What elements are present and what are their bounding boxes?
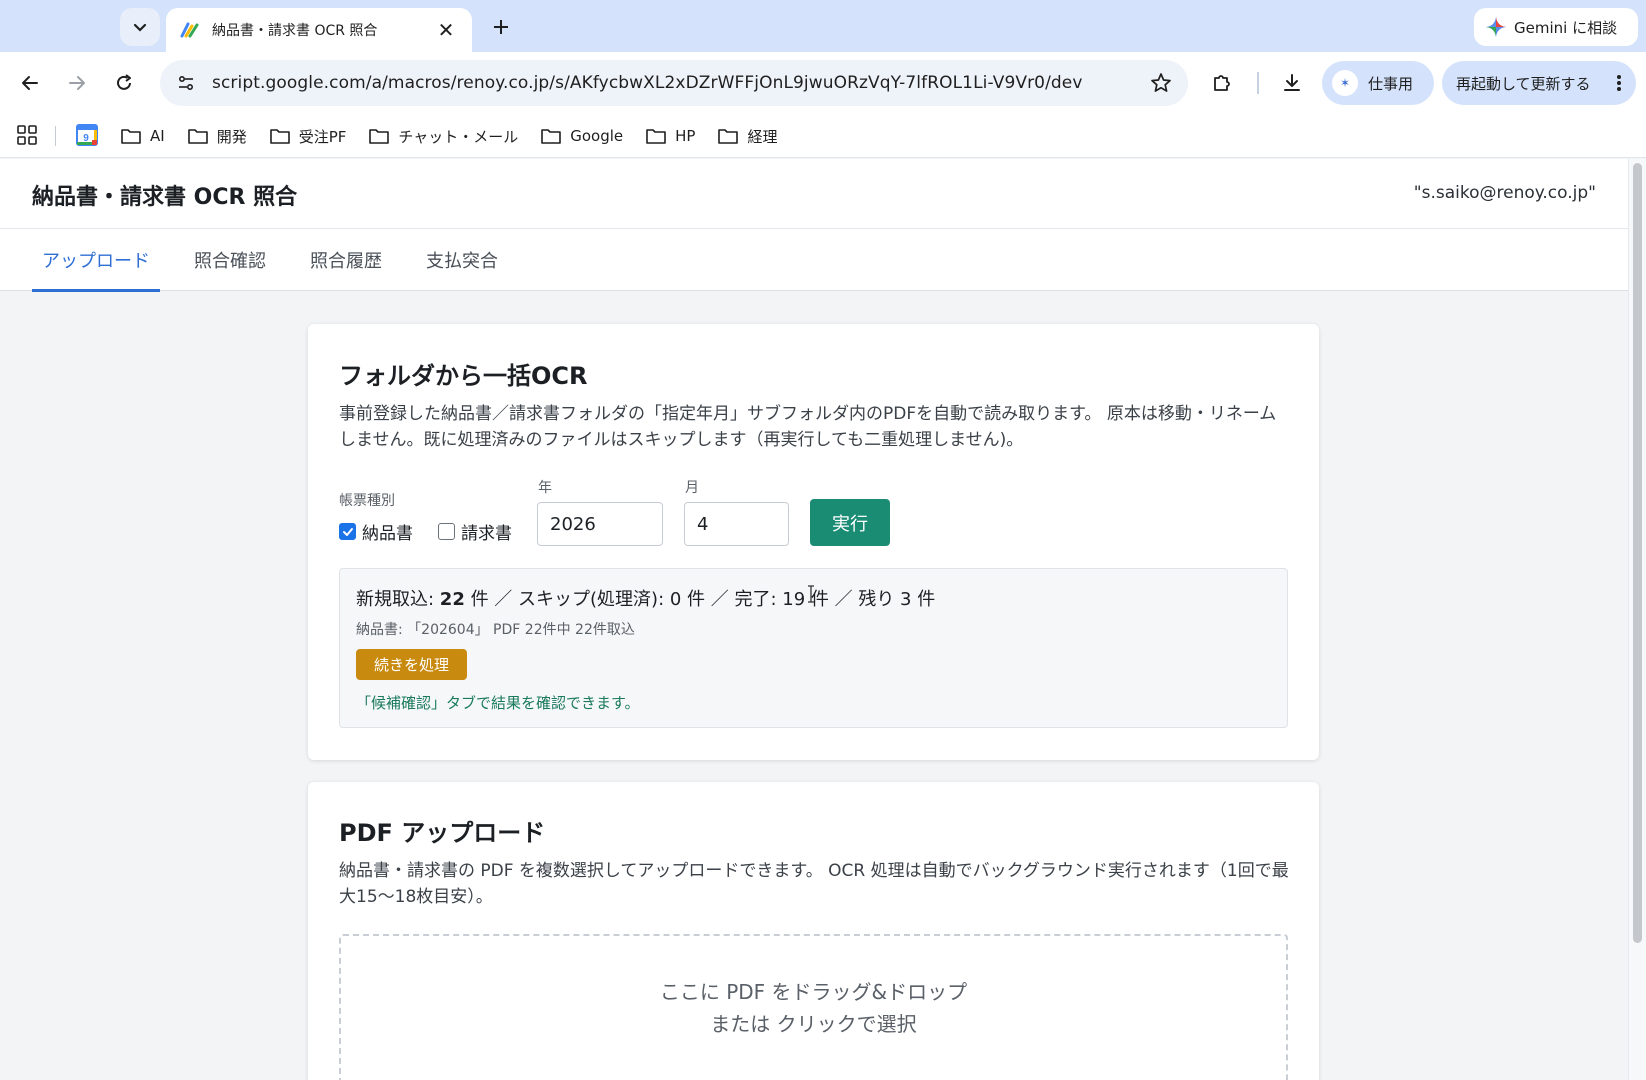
puzzle-icon bbox=[1214, 75, 1230, 91]
doc-type-label: 帳票種別 bbox=[339, 493, 395, 509]
year-label: 年 bbox=[538, 480, 552, 496]
tab-upload[interactable]: アップロード bbox=[32, 229, 160, 292]
tab-match-history[interactable]: 照合履歴 bbox=[310, 229, 382, 291]
browser-toolbar: script.google.com/a/macros/renoy.co.jp/s… bbox=[0, 52, 1646, 114]
checkbox-delivery-note-label: 納品書 bbox=[362, 524, 413, 544]
bookmark-folder-label: AI bbox=[150, 127, 165, 145]
pdf-upload-description: 納品書・請求書の PDF を複数選択してアップロードできます。 OCR 処理は自… bbox=[339, 861, 1289, 907]
folder-icon bbox=[269, 129, 290, 144]
bulk-ocr-description: 事前登録した納品書／請求書フォルダの「指定年月」サブフォルダ内のPDFを自動で読… bbox=[339, 404, 1277, 450]
gemini-sparkle-icon bbox=[1486, 17, 1506, 37]
site-info-icon[interactable] bbox=[174, 71, 198, 95]
pdf-upload-card: PDF アップロード 納品書・請求書の PDF を複数選択してアップロードできま… bbox=[308, 782, 1319, 1080]
gemini-button[interactable]: Gemini に相談 bbox=[1474, 8, 1638, 46]
bookmark-folders: AI 開発 受注PF チャット・メール Google HP 経理 bbox=[120, 114, 800, 158]
chevron-down-icon bbox=[133, 23, 147, 32]
google-calendar-icon[interactable]: 9 bbox=[75, 123, 99, 147]
update-label: 再起動して更新する bbox=[1456, 74, 1591, 93]
tab-search-button[interactable] bbox=[120, 8, 160, 46]
bookmark-folder-label: HP bbox=[675, 127, 696, 145]
ocr-status-summary: 新規取込: 22 件 ／ スキップ(処理済): 0 件 ／ 完了: 19 件 ／… bbox=[356, 589, 936, 610]
apps-script-favicon-icon bbox=[180, 22, 199, 38]
browser-tab-active[interactable]: 納品書・請求書 OCR 照合 ✕ bbox=[166, 8, 472, 52]
folder-icon bbox=[369, 129, 390, 144]
bookmark-folder[interactable]: Google bbox=[540, 127, 623, 145]
profile-label: 仕事用 bbox=[1368, 74, 1414, 93]
bookmark-folder[interactable]: チャット・メール bbox=[368, 126, 518, 147]
tab-payment-reconcile[interactable]: 支払突合 bbox=[426, 229, 498, 291]
arrow-left-icon bbox=[22, 76, 38, 90]
svg-text:9: 9 bbox=[83, 133, 89, 144]
bookmark-folder-label: Google bbox=[570, 127, 624, 145]
bookmark-folder[interactable]: 開発 bbox=[187, 126, 247, 147]
bookmark-folder-label: 開発 bbox=[216, 127, 247, 146]
tab-match-confirm[interactable]: 照合確認 bbox=[194, 229, 266, 291]
url-text: script.google.com/a/macros/renoy.co.jp/s… bbox=[212, 73, 1083, 93]
app-header: 納品書・請求書 OCR 照合 "s.saiko@renoy.co.jp" bbox=[0, 159, 1628, 229]
reload-button[interactable] bbox=[108, 67, 140, 99]
forward-button[interactable] bbox=[61, 67, 93, 99]
month-label: 月 bbox=[685, 480, 699, 496]
user-email: "s.saiko@renoy.co.jp" bbox=[1413, 183, 1596, 203]
bookmark-folder[interactable]: 経理 bbox=[717, 126, 778, 147]
restart-update-button[interactable]: 再起動して更新する bbox=[1442, 61, 1636, 105]
profile-button[interactable]: ✶ 仕事用 bbox=[1322, 61, 1434, 105]
more-vertical-icon bbox=[1617, 75, 1621, 91]
checkbox-invoice[interactable]: 請求書 bbox=[438, 519, 512, 544]
browser-tab-title: 納品書・請求書 OCR 照合 bbox=[212, 23, 378, 39]
extensions-button[interactable] bbox=[1206, 67, 1238, 99]
folder-icon bbox=[187, 129, 208, 144]
ocr-status-note: 「候補確認」タブで結果を確認できます。 bbox=[356, 694, 640, 712]
checkbox-invoice-box[interactable] bbox=[438, 523, 455, 540]
download-icon bbox=[1284, 74, 1300, 91]
bookmark-folder[interactable]: 受注PF bbox=[269, 126, 347, 147]
bookmark-star-icon[interactable] bbox=[1148, 70, 1174, 96]
pdf-upload-heading: PDF アップロード bbox=[339, 819, 546, 847]
year-input[interactable]: 2026 bbox=[537, 502, 663, 546]
page-scrollbar[interactable] bbox=[1628, 159, 1646, 1080]
browser-tabstrip: 納品書・請求書 OCR 照合 ✕ Gemini に相談 bbox=[0, 0, 1646, 52]
toolbar-divider bbox=[1257, 72, 1259, 94]
bookmarks-separator bbox=[55, 126, 56, 146]
continue-processing-button[interactable]: 続きを処理 bbox=[356, 649, 467, 680]
ocr-status-detail: 納品書: 「202604」 PDF 22件中 22件取込 bbox=[356, 622, 635, 638]
downloads-button[interactable] bbox=[1276, 67, 1308, 99]
folder-icon bbox=[646, 129, 666, 144]
checkbox-invoice-label: 請求書 bbox=[461, 524, 512, 544]
scrollbar-thumb[interactable] bbox=[1633, 163, 1642, 943]
close-tab-icon[interactable]: ✕ bbox=[434, 18, 458, 42]
apps-grid-icon[interactable] bbox=[16, 124, 38, 146]
bulk-ocr-card: フォルダから一括OCR 事前登録した納品書／請求書フォルダの「指定年月」サブフォ… bbox=[308, 324, 1319, 760]
address-bar[interactable]: script.google.com/a/macros/renoy.co.jp/s… bbox=[160, 60, 1188, 106]
bookmark-folder-label: チャット・メール bbox=[398, 127, 519, 146]
bookmark-folder[interactable]: HP bbox=[645, 127, 695, 145]
bookmark-folder-label: 受注PF bbox=[298, 127, 347, 146]
checkmark-icon bbox=[342, 527, 353, 536]
new-tab-button[interactable] bbox=[486, 12, 516, 42]
bookmark-folder[interactable]: AI bbox=[120, 127, 165, 145]
checkbox-delivery-note-box[interactable] bbox=[339, 523, 356, 540]
bulk-ocr-heading: フォルダから一括OCR bbox=[339, 362, 588, 390]
plus-icon bbox=[494, 20, 508, 34]
gemini-label: Gemini に相談 bbox=[1514, 18, 1618, 37]
run-button[interactable]: 実行 bbox=[810, 499, 890, 546]
month-input[interactable]: 4 bbox=[684, 502, 789, 546]
arrow-right-icon bbox=[69, 76, 85, 90]
app-tabs: アップロード 照合確認 照合履歴 支払突合 bbox=[0, 229, 1628, 292]
back-button[interactable] bbox=[14, 67, 46, 99]
reload-icon bbox=[117, 74, 131, 90]
folder-icon bbox=[121, 129, 141, 144]
bookmarks-bar: 9 AI 開発 受注PF チャット・メール Google HP 経理 bbox=[0, 114, 1646, 158]
page-title: 納品書・請求書 OCR 照合 bbox=[32, 185, 298, 210]
new-import-count: 22 bbox=[439, 589, 465, 610]
folder-icon bbox=[541, 129, 562, 144]
folder-icon bbox=[718, 129, 739, 144]
bookmark-folder-label: 経理 bbox=[747, 127, 778, 146]
checkbox-delivery-note[interactable]: 納品書 bbox=[339, 519, 413, 544]
text-cursor-icon bbox=[808, 585, 814, 603]
pdf-dropzone[interactable]: ここに PDF をドラッグ&ドロップ または クリックで選択 bbox=[339, 934, 1288, 1080]
dropzone-line-2: または クリックで選択 bbox=[710, 1012, 917, 1036]
dropzone-line-1: ここに PDF をドラッグ&ドロップ bbox=[659, 980, 968, 1004]
profile-avatar-icon: ✶ bbox=[1332, 70, 1358, 96]
